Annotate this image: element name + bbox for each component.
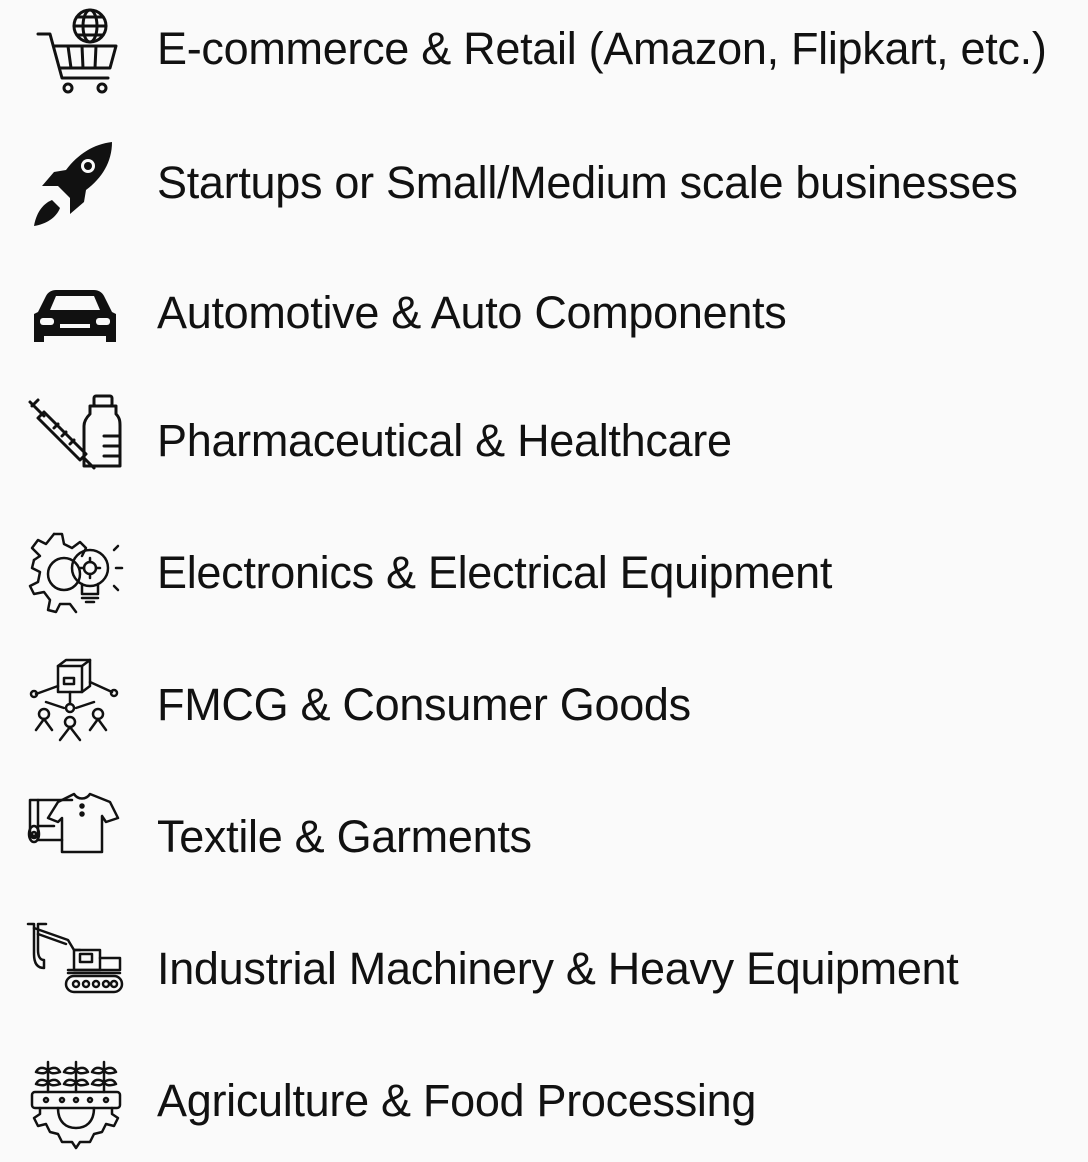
list-item: FMCG & Consumer Goods (0, 656, 1088, 766)
list-item: E-commerce & Retail (Amazon, Flipkart, e… (0, 0, 1088, 110)
rocket-icon (24, 134, 124, 234)
industry-label: Startups or Small/Medium scale businesse… (157, 157, 1018, 208)
list-item: Pharmaceutical & Healthcare (0, 392, 1088, 502)
gear-lightbulb-icon (24, 524, 124, 624)
industry-label: FMCG & Consumer Goods (157, 679, 691, 730)
list-item: Textile & Garments (0, 788, 1088, 898)
list-item: Automotive & Auto Components (0, 264, 1088, 374)
box-network-icon (24, 656, 124, 756)
industry-list: E-commerce & Retail (Amazon, Flipkart, e… (0, 0, 1088, 1150)
industry-label: Electronics & Electrical Equipment (157, 547, 833, 598)
industry-label: E-commerce & Retail (Amazon, Flipkart, e… (157, 23, 1047, 74)
list-item: Electronics & Electrical Equipment (0, 524, 1088, 634)
car-icon (24, 264, 124, 364)
industry-label: Agriculture & Food Processing (157, 1075, 757, 1126)
syringe-vial-icon (24, 392, 124, 492)
industry-label: Industrial Machinery & Heavy Equipment (157, 943, 959, 994)
shopping-cart-globe-icon (24, 4, 124, 104)
excavator-icon (24, 920, 124, 1020)
industry-label: Automotive & Auto Components (157, 287, 787, 338)
fabric-shirt-icon (24, 788, 124, 888)
industry-label: Textile & Garments (157, 811, 532, 862)
list-item: Startups or Small/Medium scale businesse… (0, 134, 1088, 244)
list-item: Industrial Machinery & Heavy Equipment (0, 920, 1088, 1030)
industry-label: Pharmaceutical & Healthcare (157, 415, 732, 466)
plants-gear-icon (24, 1052, 124, 1152)
